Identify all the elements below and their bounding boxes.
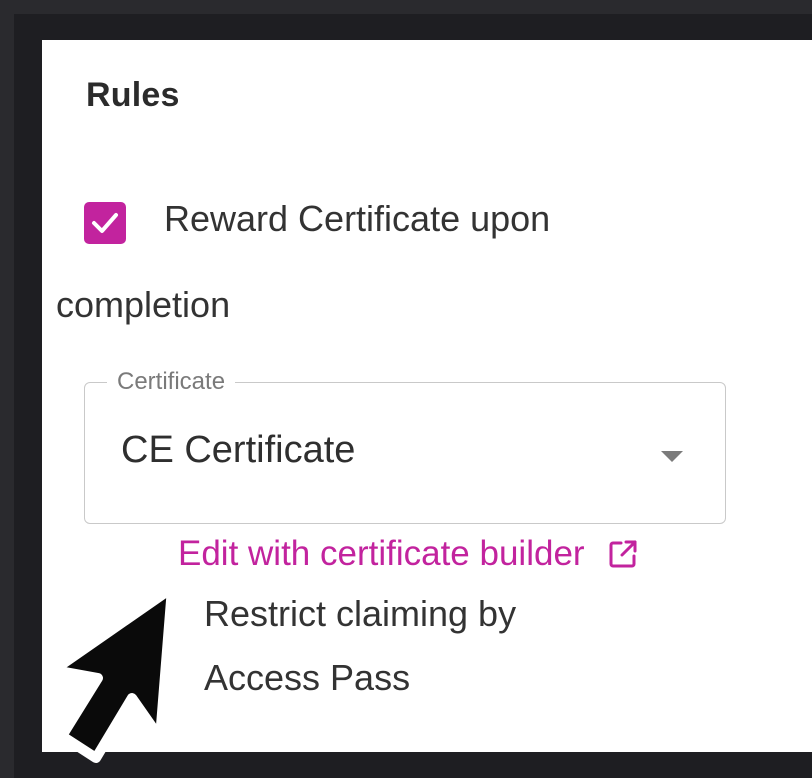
restrict-claiming-label[interactable]: Restrict claiming by xyxy=(204,593,516,635)
caret-down-icon xyxy=(661,451,683,462)
reward-certificate-label[interactable]: Reward Certificate upon xyxy=(164,198,550,240)
certificate-select[interactable]: Certificate CE Certificate xyxy=(84,367,726,524)
certificate-select-legend: Certificate xyxy=(107,367,236,397)
section-title: Rules xyxy=(86,76,180,114)
rules-panel: Rules Reward Certificate upon completion… xyxy=(42,40,812,752)
certificate-select-value: CE Certificate xyxy=(121,429,356,471)
external-link-icon xyxy=(607,538,639,570)
reward-certificate-label-continued[interactable]: completion xyxy=(56,284,230,326)
checkmark-icon xyxy=(92,213,118,233)
reward-certificate-checkbox[interactable] xyxy=(84,202,126,244)
edit-with-certificate-builder-link[interactable]: Edit with certificate builder xyxy=(178,534,639,574)
edit-link-label: Edit with certificate builder xyxy=(178,534,585,573)
screen-frame: Rules Reward Certificate upon completion… xyxy=(0,0,812,778)
restrict-claiming-label-continued[interactable]: Access Pass xyxy=(204,657,410,699)
